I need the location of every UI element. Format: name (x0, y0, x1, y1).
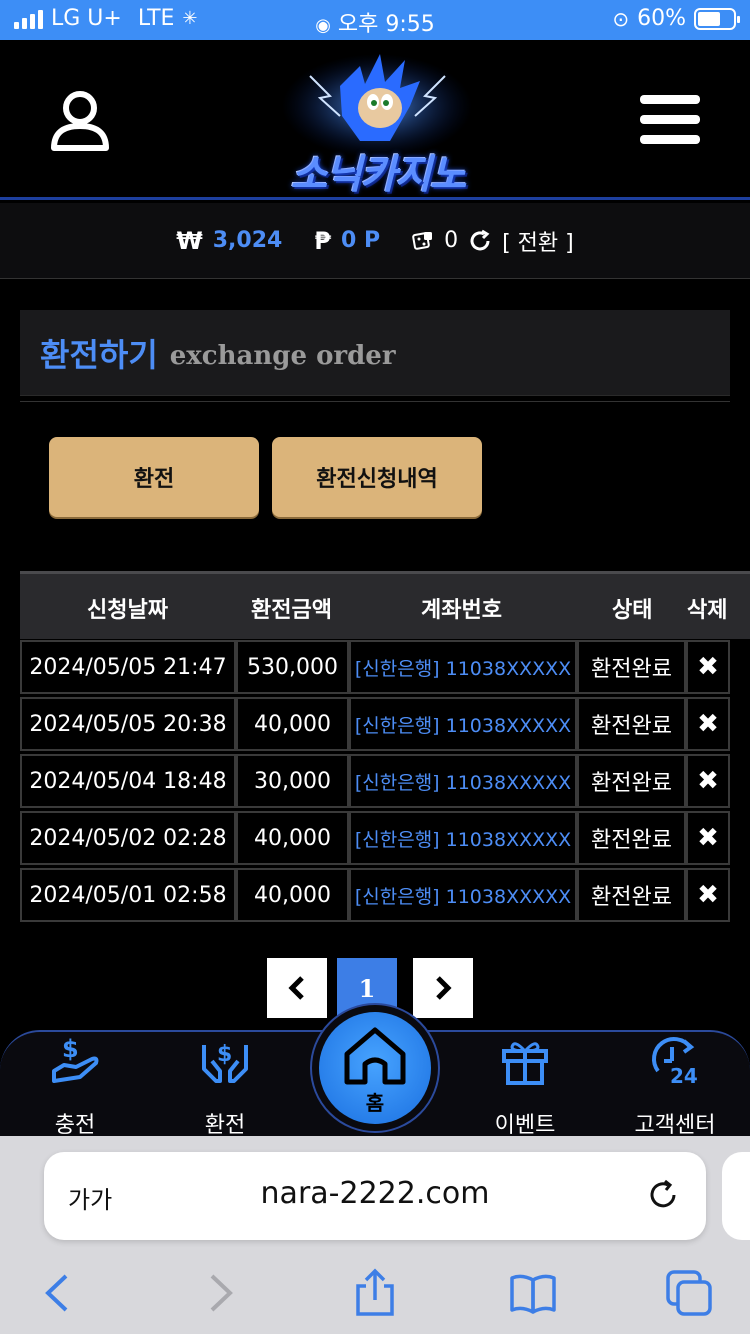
cell-amount: 40,000 (236, 811, 349, 865)
won-icon: ₩ (176, 226, 203, 255)
logo-text: 소닉카지노 (290, 152, 467, 198)
nav-charge[interactable]: $ 충전 (15, 1035, 135, 1138)
table-row: 2024/05/04 18:48 30,000 [신한은행] 11038XXXXX 환… (20, 754, 730, 810)
tabs-icon[interactable] (664, 1268, 714, 1318)
delete-icon[interactable]: ✖ (686, 811, 730, 865)
battery-percent: 60% (637, 6, 686, 31)
col-date: 신청날짜 (87, 598, 168, 623)
nav-home-label: 홈 (365, 1091, 385, 1115)
back-icon[interactable] (34, 1268, 84, 1318)
divider (20, 401, 730, 402)
next-page-button[interactable] (413, 958, 473, 1018)
site-logo[interactable]: 소닉카지노 (270, 46, 485, 198)
prev-page-button[interactable] (267, 958, 327, 1018)
hamburger-menu-icon[interactable] (640, 95, 700, 145)
cell-status: 환전완료 (577, 754, 686, 808)
reload-icon[interactable] (646, 1178, 680, 1212)
col-delete: 삭제 (687, 598, 728, 623)
cell-account: [신한은행] 11038XXXXX (349, 811, 577, 865)
nav-support[interactable]: 24 고객센터 (615, 1035, 735, 1138)
table-header: 신청날짜 환전금액 계좌번호 상태 삭제 (20, 571, 750, 639)
nav-home[interactable]: 홈 (319, 1012, 431, 1124)
url-text: nara-2222.com (260, 1176, 490, 1211)
nav-event[interactable]: 이벤트 (465, 1035, 585, 1138)
cell-date: 2024/05/04 18:48 (20, 754, 236, 808)
point-icon: ₱ (314, 226, 332, 255)
won-balance: 3,024 (212, 228, 283, 253)
cell-date: 2024/05/01 02:58 (20, 868, 236, 922)
status-bar: LG U+ LTE ✳ ◉ 오후 9:55 ⊙ 60% (0, 0, 750, 40)
section-title-en: exchange order (169, 340, 396, 371)
nav-exchange-label: 환전 (204, 1113, 246, 1138)
exchange-icon: $ (202, 1042, 248, 1083)
address-bar[interactable]: 가가 nara-2222.com (44, 1152, 706, 1240)
cell-status: 환전완료 (577, 697, 686, 751)
cell-amount: 530,000 (236, 640, 349, 694)
chevron-right-icon (436, 976, 452, 1000)
cell-amount: 30,000 (236, 754, 349, 808)
cell-status: 환전완료 (577, 811, 686, 865)
dice-icon (412, 231, 433, 250)
browser-toolbar: 가가 nara-2222.com (0, 1136, 750, 1334)
rotation-lock-icon: ⊙ (612, 6, 630, 31)
table-row: 2024/05/05 20:38 40,000 [신한은행] 11038XXXXX 환… (20, 697, 730, 753)
delete-icon[interactable]: ✖ (686, 640, 730, 694)
col-account: 계좌번호 (421, 598, 502, 623)
location-icon: ◉ (315, 15, 331, 36)
nav-event-label: 이벤트 (494, 1113, 556, 1138)
battery-icon (694, 7, 740, 30)
point-balance: 0 P (341, 228, 381, 253)
sonic-mascot-icon (282, 54, 472, 158)
cell-status: 환전완료 (577, 640, 686, 694)
home-icon (344, 1027, 406, 1085)
chevron-left-icon (288, 976, 304, 1000)
table-row: 2024/05/05 21:47 530,000 [신한은행] 11038XXXXX… (20, 640, 730, 696)
col-status: 상태 (612, 598, 653, 623)
exchange-history-button[interactable]: 환전신청내역 (272, 437, 482, 517)
section-title: 환전하기 exchange order (20, 310, 730, 396)
next-tab-preview[interactable] (722, 1152, 750, 1240)
cell-amount: 40,000 (236, 697, 349, 751)
cell-account: [신한은행] 11038XXXXX (349, 640, 577, 694)
col-amount: 환전금액 (251, 598, 332, 623)
nav-exchange[interactable]: $ 환전 (165, 1035, 285, 1138)
cell-date: 2024/05/02 02:28 (20, 811, 236, 865)
cell-account: [신한은행] 11038XXXXX (349, 697, 577, 751)
delete-icon[interactable]: ✖ (686, 754, 730, 808)
cell-date: 2024/05/05 20:38 (20, 697, 236, 751)
clock: 오후 9:55 (337, 12, 435, 37)
svg-text:$: $ (62, 1035, 79, 1063)
cell-account: [신한은행] 11038XXXXX (349, 868, 577, 922)
gift-icon (502, 1042, 548, 1085)
share-icon[interactable] (350, 1268, 400, 1318)
table-row: 2024/05/02 02:28 40,000 [신한은행] 11038XXXXX 환… (20, 811, 730, 867)
cell-status: 환전완료 (577, 868, 686, 922)
exchange-button[interactable]: 환전 (49, 437, 259, 517)
chip-balance: 0 (444, 228, 459, 253)
nav-support-label: 고객센터 (634, 1113, 716, 1138)
user-icon[interactable] (50, 90, 110, 152)
refresh-icon[interactable] (468, 229, 492, 253)
delete-icon[interactable]: ✖ (686, 697, 730, 751)
site-header: 소닉카지노 (0, 40, 750, 200)
charge-icon: $ (52, 1035, 99, 1083)
balance-bar: ₩ 3,024 ₱ 0 P 0 [ 전환 ] (0, 203, 750, 279)
nav-charge-label: 충전 (54, 1113, 96, 1138)
forward-icon[interactable] (194, 1268, 244, 1318)
svg-text:$: $ (217, 1042, 232, 1067)
table-row: 2024/05/01 02:58 40,000 [신한은행] 11038XXXXX 환… (20, 868, 730, 924)
delete-icon[interactable]: ✖ (686, 868, 730, 922)
support-badge: 24 (670, 1064, 698, 1087)
section-title-ko: 환전하기 (40, 335, 158, 374)
bookmarks-icon[interactable] (508, 1268, 558, 1318)
cell-amount: 40,000 (236, 868, 349, 922)
support-24-icon: 24 (652, 1037, 698, 1087)
cell-date: 2024/05/05 21:47 (20, 640, 236, 694)
cell-account: [신한은행] 11038XXXXX (349, 754, 577, 808)
convert-button[interactable]: [ 전환 ] (502, 225, 574, 257)
